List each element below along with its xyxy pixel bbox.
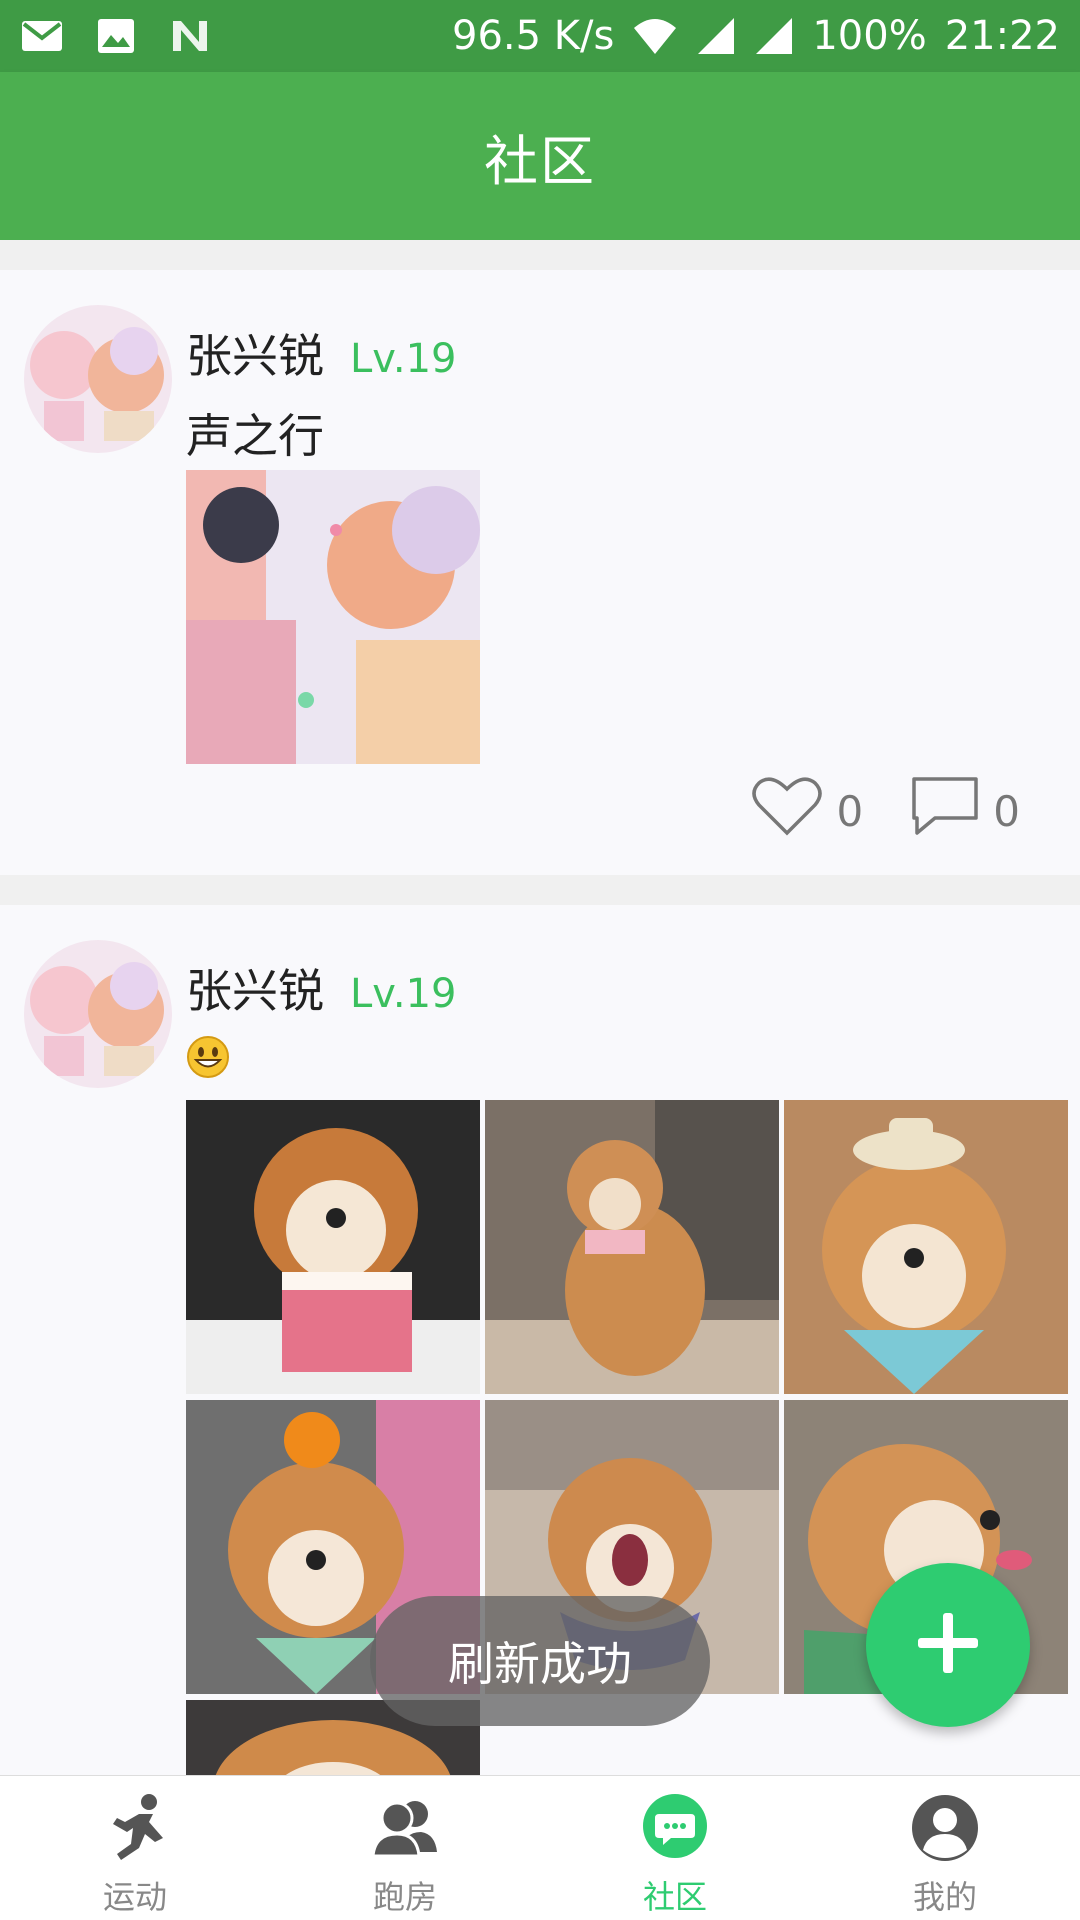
post-card[interactable]: 张兴锐 Lv.19 声之行 0 0 xyxy=(0,270,1080,875)
n-icon xyxy=(168,18,212,54)
like-button[interactable]: 0 xyxy=(751,775,864,847)
mail-icon xyxy=(20,18,64,54)
nav-label: 社区 xyxy=(642,1878,707,1916)
nav-label: 运动 xyxy=(102,1878,167,1916)
username[interactable]: 张兴锐 xyxy=(186,320,324,386)
username[interactable]: 张兴锐 xyxy=(186,955,324,1021)
comment-button[interactable]: 0 xyxy=(911,776,1020,846)
user-level: Lv.19 xyxy=(350,971,457,1017)
comment-count: 0 xyxy=(993,786,1020,836)
wifi-icon xyxy=(632,16,678,56)
nav-label: 跑房 xyxy=(372,1878,437,1916)
comment-icon xyxy=(911,776,979,846)
plus-icon xyxy=(914,1609,982,1681)
profile-icon xyxy=(905,1788,985,1868)
nav-label: 我的 xyxy=(912,1878,977,1916)
post-text: 声之行 xyxy=(186,409,324,463)
post-actions: 0 0 xyxy=(751,775,1020,847)
like-count: 0 xyxy=(836,786,864,836)
nav-item-community[interactable]: 社区 xyxy=(540,1776,810,1920)
group-icon xyxy=(365,1788,445,1868)
user-level: Lv.19 xyxy=(350,336,457,382)
signal-icon-2 xyxy=(754,16,794,56)
image-icon xyxy=(94,18,138,54)
add-post-button[interactable] xyxy=(866,1563,1030,1727)
network-speed: 96.5 K/s xyxy=(452,13,615,59)
feed[interactable]: 张兴锐 Lv.19 声之行 0 0 张兴锐 Lv.19 xyxy=(0,240,1080,1775)
heart-icon xyxy=(751,775,823,847)
post-image[interactable] xyxy=(186,470,480,764)
grinning-face-emoji xyxy=(186,1035,230,1079)
signal-icon xyxy=(696,16,736,56)
running-icon xyxy=(95,1788,175,1868)
chat-icon xyxy=(635,1788,715,1868)
app-bar: 社区 xyxy=(0,72,1080,240)
toast-message: 刷新成功 xyxy=(370,1596,710,1726)
post-image[interactable] xyxy=(485,1100,779,1394)
avatar[interactable] xyxy=(24,940,172,1088)
avatar[interactable] xyxy=(24,305,172,453)
page-title: 社区 xyxy=(484,129,596,193)
nav-item-sport[interactable]: 运动 xyxy=(0,1776,270,1920)
bottom-nav: 运动 跑房 社区 我的 xyxy=(0,1775,1080,1920)
battery-text: 100% xyxy=(812,13,927,59)
post-image[interactable] xyxy=(784,1100,1068,1394)
status-bar: 96.5 K/s 100% 21:22 xyxy=(0,0,1080,72)
nav-item-running-room[interactable]: 跑房 xyxy=(270,1776,540,1920)
nav-item-mine[interactable]: 我的 xyxy=(810,1776,1080,1920)
post-image[interactable] xyxy=(186,1100,480,1394)
clock: 21:22 xyxy=(944,13,1060,59)
